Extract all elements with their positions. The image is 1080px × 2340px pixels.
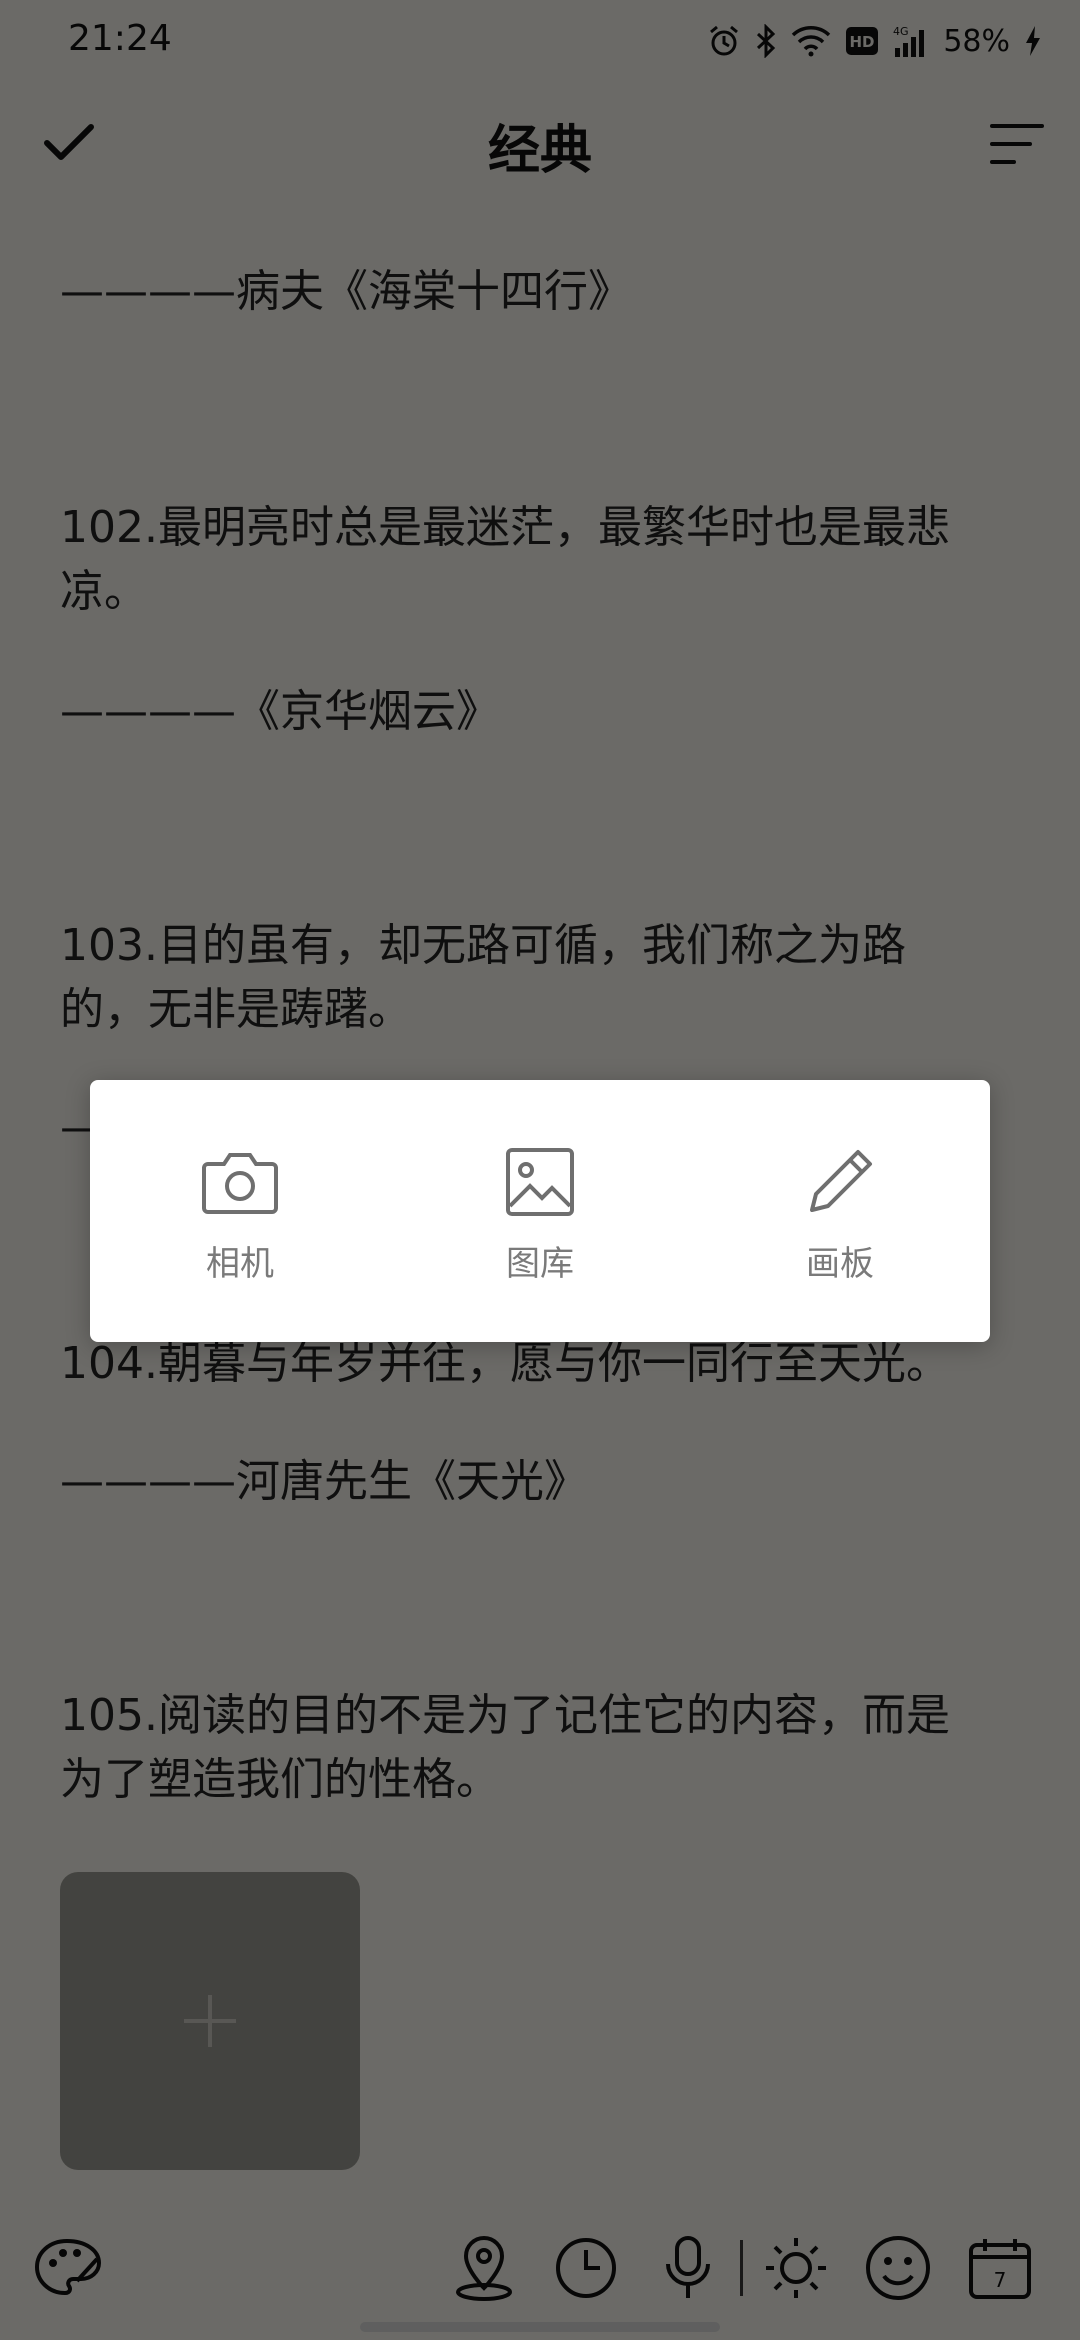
location-icon bbox=[456, 2235, 512, 2301]
drawing-board-option[interactable]: 画板 bbox=[690, 1080, 990, 1342]
page-title: 经典 bbox=[487, 121, 592, 181]
note-line: 的，无非是踌躇。 bbox=[60, 984, 412, 1035]
bottom-toolbar: 7 bbox=[0, 2232, 1080, 2312]
calendar-button[interactable]: 7 bbox=[964, 2232, 1036, 2304]
gallery-label: 图库 bbox=[506, 1244, 574, 1284]
status-time: 21:24 bbox=[68, 18, 172, 59]
emoji-icon bbox=[866, 2236, 930, 2300]
gallery-option[interactable]: 图库 bbox=[390, 1080, 690, 1342]
bluetooth-icon bbox=[755, 24, 777, 58]
wifi-icon bbox=[791, 25, 831, 57]
hd-icon: HD bbox=[845, 26, 879, 56]
gallery-icon bbox=[506, 1148, 574, 1216]
sort-button[interactable] bbox=[984, 114, 1050, 180]
location-button[interactable] bbox=[448, 2232, 520, 2304]
note-line: ————病夫《海棠十四行》 bbox=[60, 266, 632, 317]
clock-icon bbox=[556, 2238, 616, 2298]
battery-percentage: 58% bbox=[943, 23, 1010, 59]
note-line: 凉。 bbox=[60, 566, 148, 617]
svg-text:HD: HD bbox=[850, 33, 875, 51]
drawing-board-label: 画板 bbox=[806, 1244, 874, 1284]
note-line: 105.阅读的目的不是为了记住它的内容，而是 bbox=[60, 1690, 950, 1741]
camera-icon bbox=[202, 1153, 278, 1214]
plus-icon bbox=[184, 1995, 236, 2047]
note-line: 103.目的虽有，却无路可循，我们称之为路 bbox=[60, 920, 906, 971]
palette-icon bbox=[34, 2238, 102, 2296]
battery-charging-icon bbox=[1024, 25, 1042, 57]
4g-signal-icon: 4G bbox=[893, 24, 929, 58]
status-bar: 21:24 HD 4G 58% bbox=[0, 0, 1080, 80]
calendar-day: 7 bbox=[994, 2268, 1007, 2292]
note-line: 为了塑造我们的性格。 bbox=[60, 1754, 500, 1805]
weather-sun-icon bbox=[766, 2238, 826, 2298]
emoji-button[interactable] bbox=[862, 2232, 934, 2304]
camera-label: 相机 bbox=[206, 1244, 274, 1284]
note-line: ————河唐先生《天光》 bbox=[60, 1456, 588, 1507]
toolbar-divider bbox=[740, 2240, 743, 2296]
note-line: 102.最明亮时总是最迷茫，最繁华时也是最悲 bbox=[60, 502, 950, 553]
camera-option[interactable]: 相机 bbox=[90, 1080, 390, 1342]
microphone-icon bbox=[666, 2236, 710, 2298]
alarm-icon bbox=[707, 24, 741, 58]
header: 经典 bbox=[0, 80, 1080, 210]
palette-button[interactable] bbox=[32, 2232, 104, 2304]
note-line: ————《京华烟云》 bbox=[60, 686, 500, 737]
add-image-button[interactable] bbox=[60, 1872, 360, 2170]
calendar-icon: 7 bbox=[969, 2239, 1031, 2299]
status-icons: HD 4G 58% bbox=[707, 18, 1042, 64]
svg-text:4G: 4G bbox=[893, 25, 909, 38]
sort-lines-icon bbox=[990, 124, 1044, 164]
insert-media-popup: 相机 图库 画板 bbox=[90, 1080, 990, 1342]
clock-button[interactable] bbox=[550, 2232, 622, 2304]
microphone-button[interactable] bbox=[652, 2232, 724, 2304]
home-indicator[interactable] bbox=[360, 2322, 720, 2332]
pencil-icon bbox=[810, 1150, 872, 1212]
weather-button[interactable] bbox=[760, 2232, 832, 2304]
